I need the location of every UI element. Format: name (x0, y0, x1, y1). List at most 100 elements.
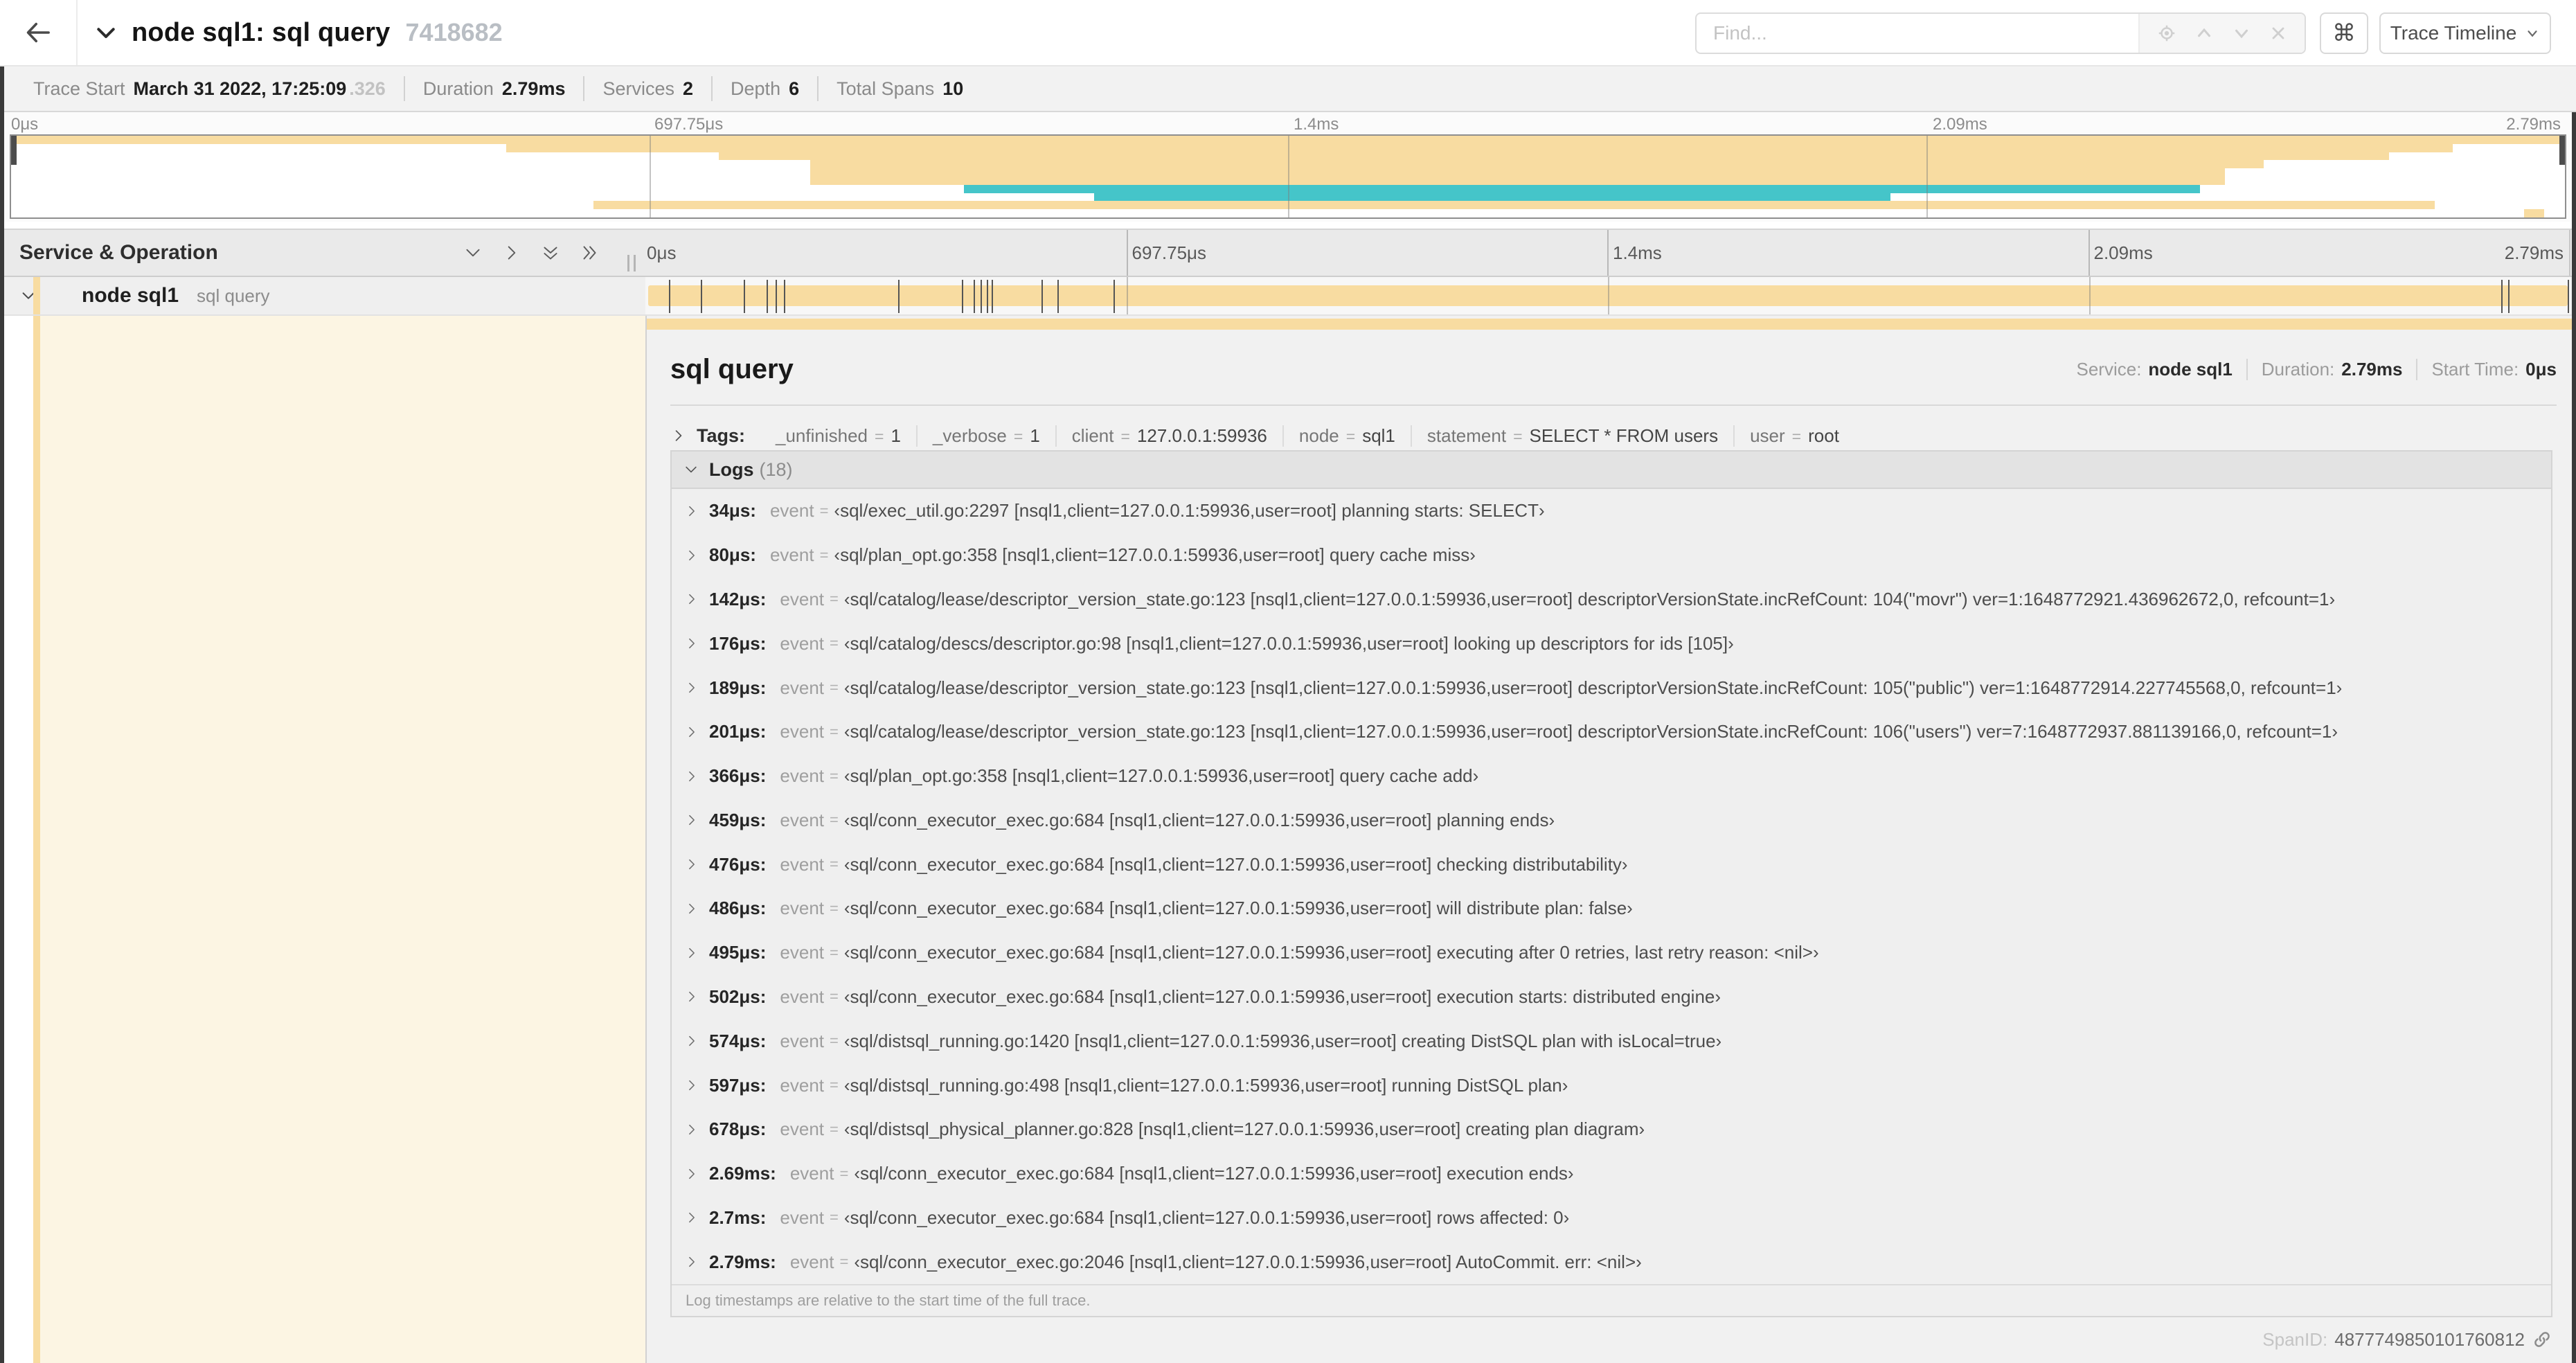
detail-meta-item: Duration: 2.79ms (2248, 358, 2418, 380)
tags-row[interactable]: Tags: _unfinished = 1 _verbose = 1 client = 127.… (670, 417, 2557, 454)
log-entry-row[interactable]: 80μs: event = ‹sql/plan_opt.go:358 [nsql… (672, 533, 2551, 578)
log-entry-row[interactable]: 486μs: event = ‹sql/conn_executor_exec.g… (672, 887, 2551, 931)
service-operation-header: Service & Operation (0, 230, 645, 276)
back-button[interactable] (0, 0, 78, 65)
log-equals: = (819, 501, 829, 519)
expand-all-icon[interactable] (579, 242, 600, 263)
log-entry-row[interactable]: 34μs: event = ‹sql/exec_util.go:2297 [ns… (672, 489, 2551, 533)
log-entry-row[interactable]: 476μs: event = ‹sql/conn_executor_exec.g… (672, 842, 2551, 887)
log-timestamp: 2.79ms: (709, 1251, 776, 1272)
log-entry-row[interactable]: 2.7ms: event = ‹sql/conn_executor_exec.g… (672, 1196, 2551, 1240)
log-chevron-right-icon (684, 812, 699, 828)
log-event-message: ‹sql/conn_executor_exec.go:684 [nsql1,cl… (843, 986, 1721, 1007)
log-event-key: event (780, 1030, 825, 1051)
log-entry-row[interactable]: 495μs: event = ‹sql/conn_executor_exec.g… (672, 931, 2551, 975)
log-equals: = (830, 634, 839, 652)
detail-header: sql query Service: node sql1 Duration: 2.79… (670, 346, 2557, 392)
collapse-one-icon[interactable] (463, 242, 483, 263)
column-resizer-grip[interactable] (627, 255, 636, 271)
log-entry-row[interactable]: 189μs: event = ‹sql/catalog/lease/descri… (672, 666, 2551, 710)
tag-item[interactable]: client = 127.0.0.1:59936 (1057, 425, 1284, 447)
trace-minimap: 0μs 697.75μs 1.4ms 2.09ms 2.79ms (0, 112, 2576, 222)
log-tick-mark (897, 280, 900, 313)
tag-item[interactable]: _verbose = 1 (918, 425, 1057, 447)
log-entry-row[interactable]: 366μs: event = ‹sql/plan_opt.go:358 [nsq… (672, 754, 2551, 799)
minimap-span-bar (963, 184, 2200, 193)
log-timestamp: 176μs: (709, 632, 767, 654)
log-timestamp: 201μs: (709, 721, 767, 742)
log-entry-row[interactable]: 201μs: event = ‹sql/catalog/lease/descri… (672, 710, 2551, 754)
caret-down-icon (2525, 26, 2540, 41)
log-chevron-right-icon (684, 989, 699, 1004)
log-entry-row[interactable]: 597μs: event = ‹sql/distsql_running.go:4… (672, 1063, 2551, 1107)
log-event-message: ‹sql/conn_executor_exec.go:684 [nsql1,cl… (854, 1163, 1574, 1184)
collapse-controls (463, 230, 600, 276)
minimap-span-bar (718, 152, 2389, 161)
log-chevron-right-icon (684, 769, 699, 784)
log-equals: = (830, 722, 839, 740)
tags-title: Tags: (697, 425, 746, 446)
log-equals: = (819, 546, 829, 564)
log-timestamp: 2.69ms: (709, 1163, 776, 1184)
ruler-tick-labels: 0μs 697.75μs 1.4ms 2.09ms 2.79ms (645, 230, 2569, 276)
tag-item[interactable]: _unfinished = 1 (760, 425, 918, 447)
log-tick-mark (784, 280, 786, 313)
detail-meta: Service: node sql1 Duration: 2.79ms Start Ti… (2063, 358, 2557, 380)
tick-label: 2.09ms (2093, 242, 2153, 263)
trace-info-item: Depth 6 (713, 76, 819, 101)
log-tick-mark (1113, 280, 1115, 313)
timeline-ruler: 0μs 697.75μs 1.4ms 2.09ms 2.79ms (645, 230, 2570, 276)
keyboard-shortcut-button[interactable]: ⌘ (2320, 12, 2368, 54)
log-entry-row[interactable]: 574μs: event = ‹sql/distsql_running.go:1… (672, 1019, 2551, 1063)
minimap-span-bar (11, 136, 2565, 144)
find-prev-icon[interactable] (2194, 23, 2215, 44)
log-event-message: ‹sql/conn_executor_exec.go:684 [nsql1,cl… (843, 898, 1633, 919)
tag-item[interactable]: user = root (1735, 425, 1854, 447)
log-tick-mark (1041, 280, 1043, 313)
span-duration-bar[interactable] (648, 285, 2568, 306)
focus-target-icon[interactable] (2156, 23, 2177, 44)
minimap-canvas[interactable] (10, 134, 2566, 219)
log-chevron-right-icon (684, 1166, 699, 1182)
tick-label: 1.4ms (1613, 242, 1662, 263)
span-row-timeline[interactable] (645, 277, 2570, 314)
log-entry-row[interactable]: 2.79ms: event = ‹sql/conn_executor_exec.… (672, 1240, 2551, 1284)
tag-item[interactable]: statement = SELECT * FROM users (1412, 425, 1735, 447)
find-next-icon[interactable] (2231, 23, 2252, 44)
expand-one-icon[interactable] (501, 242, 522, 263)
logs-header[interactable]: Logs (18) (672, 452, 2551, 489)
tag-item[interactable]: node = sql1 (1284, 425, 1412, 447)
detail-left-pane (40, 316, 645, 1363)
title-chevron-down-icon[interactable] (93, 19, 119, 46)
log-chevron-right-icon (684, 945, 699, 961)
log-tick-mark (987, 280, 989, 313)
top-bar: node sql1: sql query 7418682 ⌘ Trace Tim… (0, 0, 2576, 66)
find-input[interactable] (1697, 14, 2138, 53)
trace-info-item: Total Spans 10 (837, 78, 964, 99)
log-event-key: event (769, 500, 814, 522)
span-detail-panel: sql query Service: node sql1 Duration: 2.79… (647, 316, 2572, 1363)
minimap-tick-labels: 0μs 697.75μs 1.4ms 2.09ms 2.79ms (10, 115, 2566, 134)
log-tick-mark (974, 280, 976, 313)
command-key-icon: ⌘ (2332, 20, 2356, 46)
log-entry-row[interactable]: 142μs: event = ‹sql/catalog/lease/descri… (672, 578, 2551, 622)
span-id-value: 4877749850101760812 (2334, 1328, 2525, 1350)
log-event-key: event (780, 1074, 825, 1096)
log-entry-row[interactable]: 502μs: event = ‹sql/conn_executor_exec.g… (672, 975, 2551, 1019)
log-event-key: event (780, 721, 825, 742)
view-selector-button[interactable]: Trace Timeline (2379, 12, 2551, 54)
log-timestamp: 142μs: (709, 588, 767, 609)
span-row[interactable]: node sql1 sql query (4, 277, 2576, 316)
log-event-message: ‹sql/plan_opt.go:358 [nsql1,client=127.0… (834, 544, 1476, 566)
collapse-all-icon[interactable] (540, 242, 561, 263)
log-entry-row[interactable]: 2.69ms: event = ‹sql/conn_executor_exec.… (672, 1152, 2551, 1196)
log-timestamp: 80μs: (709, 544, 756, 566)
minimap-right-scrubber-handle[interactable] (2559, 136, 2565, 165)
log-entry-row[interactable]: 459μs: event = ‹sql/conn_executor_exec.g… (672, 798, 2551, 842)
log-equals: = (830, 855, 839, 873)
log-entry-row[interactable]: 176μs: event = ‹sql/catalog/descs/descri… (672, 621, 2551, 666)
deep-link-icon[interactable] (2532, 1329, 2552, 1350)
log-entry-row[interactable]: 678μs: event = ‹sql/distsql_physical_pla… (672, 1107, 2551, 1152)
find-clear-icon[interactable] (2269, 24, 2288, 43)
minimap-left-scrubber-handle[interactable] (11, 136, 17, 165)
